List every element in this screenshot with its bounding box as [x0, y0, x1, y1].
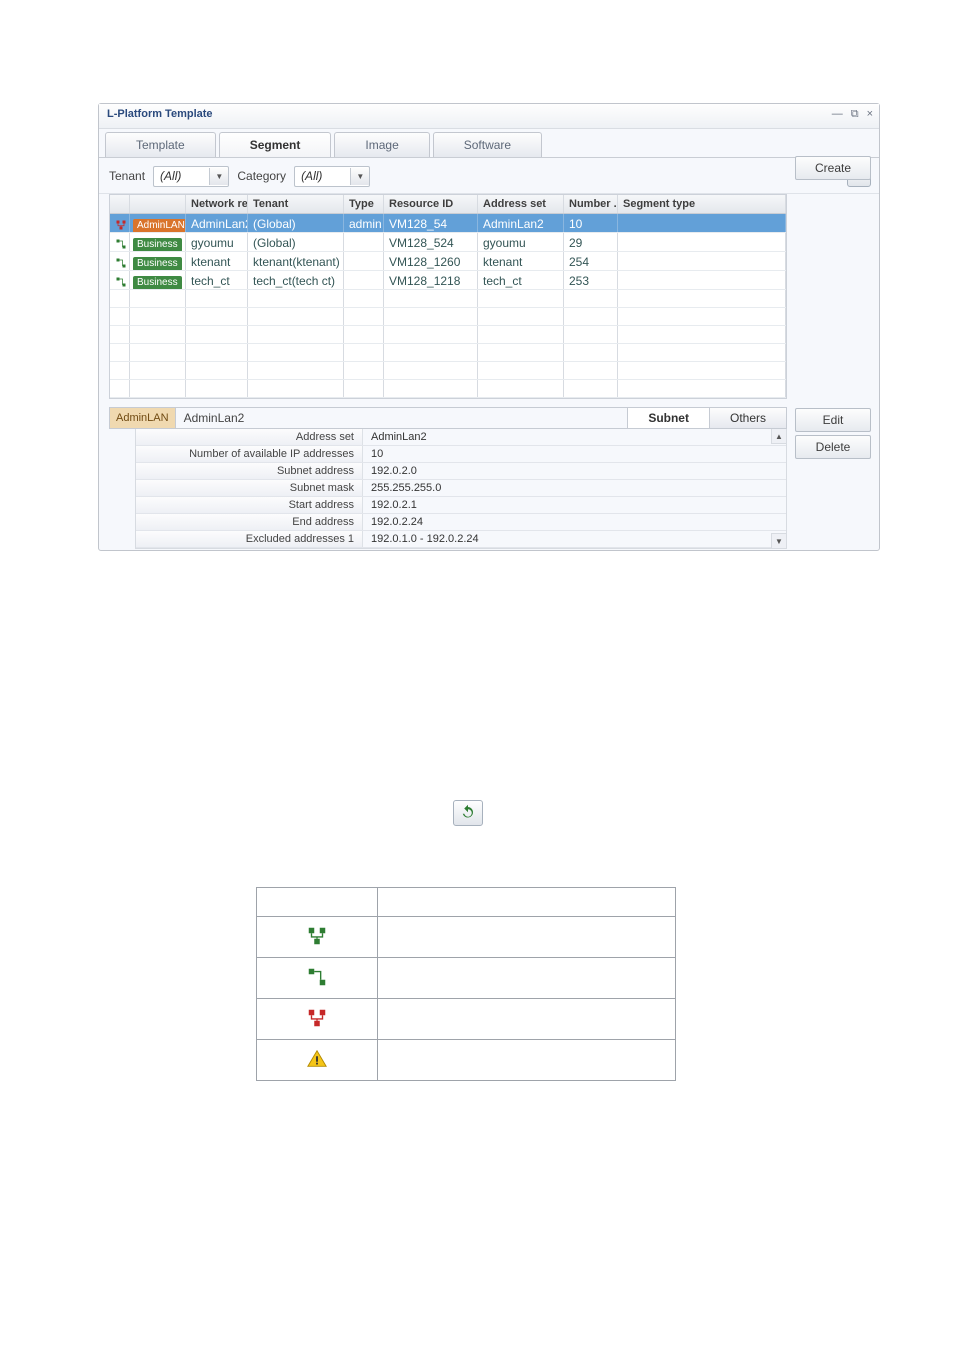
business-tag: Business — [133, 238, 182, 251]
legend-warning-icon — [257, 1040, 378, 1081]
tab-image[interactable]: Image — [334, 132, 429, 157]
delete-button[interactable]: Delete — [795, 435, 871, 459]
restore-icon[interactable]: ⧉ — [851, 108, 859, 121]
legend-network-green-1-icon — [257, 917, 378, 958]
detail-kv: ▲ Address setAdminLan2 Number of availab… — [135, 429, 787, 549]
edit-button[interactable]: Edit — [795, 408, 871, 432]
legend-desc-1 — [378, 917, 676, 958]
icon-legend — [256, 887, 676, 1081]
legend-network-red-icon — [257, 999, 378, 1040]
legend-header-desc — [378, 888, 676, 917]
table-row[interactable]: Business ktenant ktenant(ktenant) VM128_… — [110, 252, 786, 271]
category-label: Category — [237, 169, 286, 183]
segment-window: L-Platform Template — ⧉ × Template Segme… — [98, 103, 880, 551]
network-icon — [115, 257, 127, 269]
col-resource[interactable]: Resource ID — [384, 195, 478, 213]
refresh-button-standalone[interactable] — [453, 800, 483, 826]
scroll-down-icon[interactable]: ▼ — [771, 533, 786, 548]
subtab-others[interactable]: Others — [709, 408, 786, 428]
business-tag: Business — [133, 257, 182, 270]
scroll-up-icon[interactable]: ▲ — [771, 429, 786, 444]
create-button[interactable]: Create — [795, 156, 871, 180]
minimize-icon[interactable]: — — [832, 108, 843, 121]
legend-desc-4 — [378, 1040, 676, 1081]
legend-desc-3 — [378, 999, 676, 1040]
chevron-down-icon: ▼ — [209, 168, 228, 185]
network-icon — [115, 219, 127, 231]
business-tag: Business — [133, 276, 182, 289]
network-icon — [115, 238, 127, 250]
refresh-icon — [459, 804, 477, 822]
titlebar: L-Platform Template — ⧉ × — [99, 104, 879, 129]
table-row[interactable]: Business tech_ct tech_ct(tech ct) VM128_… — [110, 271, 786, 290]
col-type[interactable]: Type — [344, 195, 384, 213]
tab-segment[interactable]: Segment — [219, 132, 332, 157]
tenant-select-value: (All) — [154, 169, 209, 183]
table-row[interactable]: AdminLAN AdminLan2 (Global) admin VM128_… — [110, 214, 786, 233]
main-tabs: Template Segment Image Software — [99, 129, 879, 158]
tab-template[interactable]: Template — [105, 132, 216, 157]
tenant-select[interactable]: (All) ▼ — [153, 166, 229, 187]
close-icon[interactable]: × — [867, 108, 873, 121]
adminlan-tag: AdminLAN — [133, 219, 186, 232]
subtab-subnet[interactable]: Subnet — [627, 408, 709, 428]
window-title: L-Platform Template — [107, 108, 213, 120]
legend-network-green-2-icon — [257, 958, 378, 999]
network-icon — [115, 276, 127, 288]
col-tenant[interactable]: Tenant — [248, 195, 344, 213]
legend-header-icon — [257, 888, 378, 917]
col-address[interactable]: Address set — [478, 195, 564, 213]
segment-grid: Network resource name Tenant Type Resour… — [109, 194, 787, 399]
category-select-value: (All) — [295, 169, 350, 183]
col-name[interactable]: Network resource name — [186, 195, 248, 213]
filter-bar: Tenant (All) ▼ Category (All) ▼ — [99, 158, 879, 194]
col-number[interactable]: Number ... — [564, 195, 618, 213]
category-select[interactable]: (All) ▼ — [294, 166, 370, 187]
detail-header: AdminLAN AdminLan2 Subnet Others — [109, 407, 787, 429]
grid-header: Network resource name Tenant Type Resour… — [110, 195, 786, 214]
detail-tag: AdminLAN — [110, 408, 176, 428]
table-row[interactable]: Business gyoumu (Global) VM128_524 gyoum… — [110, 233, 786, 252]
legend-desc-2 — [378, 958, 676, 999]
tenant-label: Tenant — [109, 169, 145, 183]
detail-title: AdminLan2 — [176, 408, 628, 428]
tab-software[interactable]: Software — [433, 132, 542, 157]
chevron-down-icon: ▼ — [350, 168, 369, 185]
col-segtype[interactable]: Segment type — [618, 195, 786, 213]
